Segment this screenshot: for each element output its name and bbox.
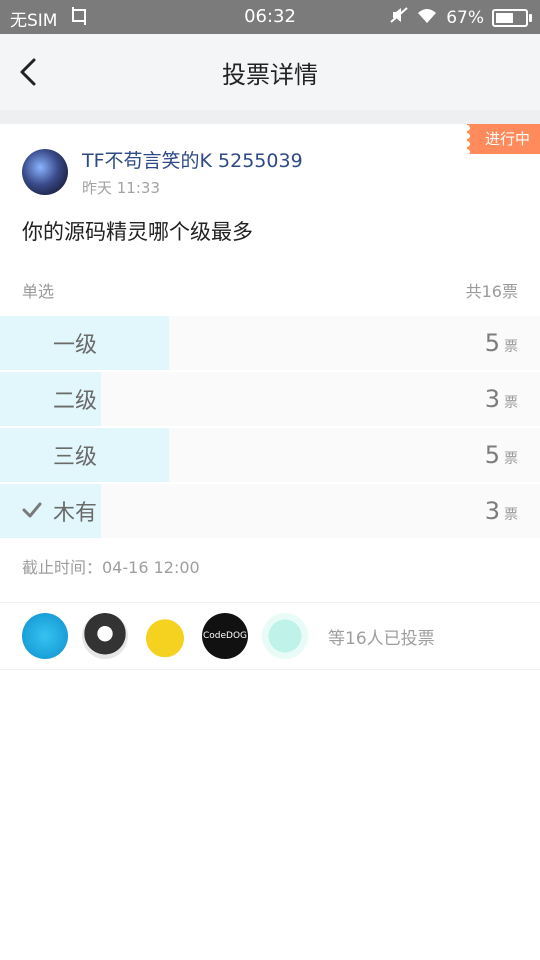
option-label: 一级 (53, 333, 98, 358)
voter-avatar[interactable] (262, 613, 308, 659)
nav-bar: 投票详情 (0, 34, 540, 124)
check-icon (22, 502, 42, 518)
voter-avatar-text: CodeDOG (202, 631, 248, 641)
option-count: 3 票 (485, 497, 518, 525)
option-label: 木有 (53, 501, 98, 526)
option-count: 5 票 (485, 329, 518, 357)
status-right: 67% (390, 6, 532, 29)
back-arrow-icon (20, 58, 36, 86)
author-row: TF不苟言笑的K 5255039 昨天 11:33 (22, 124, 518, 198)
option-count: 5 票 (485, 441, 518, 469)
vote-question: 你的源码精灵哪个级最多 (22, 220, 253, 244)
option-votes: 5 (484, 329, 500, 357)
voters-summary: 等16人已投票 (328, 628, 435, 649)
vote-total: 共16票 (465, 282, 518, 301)
vote-option[interactable]: 二级 3 票 (0, 372, 540, 426)
option-votes: 5 (484, 441, 500, 469)
battery-icon (492, 8, 532, 27)
status-bar: 无SIM 06:32 67% (0, 0, 540, 34)
page-title: 投票详情 (222, 60, 318, 89)
back-button[interactable] (10, 54, 46, 90)
option-count: 3 票 (485, 385, 518, 413)
vote-type: 单选 (22, 282, 55, 301)
option-votes: 3 (484, 497, 500, 525)
voter-avatar[interactable] (142, 613, 188, 659)
mute-icon (390, 6, 408, 29)
option-votes: 3 (484, 385, 500, 413)
voter-avatar[interactable] (82, 613, 128, 659)
vote-deadline: 截止时间：04-16 12:00 (22, 558, 200, 577)
wifi-icon (416, 6, 438, 29)
option-unit: 票 (504, 395, 518, 411)
vote-option[interactable]: 木有 3 票 (0, 484, 540, 538)
voters-row[interactable]: CodeDOG 等16人已投票 (0, 602, 540, 670)
author-avatar[interactable] (22, 149, 68, 195)
voter-avatar[interactable] (22, 613, 68, 659)
voter-avatar[interactable]: CodeDOG (202, 613, 248, 659)
status-badge: 进行中 (466, 124, 540, 154)
post-time: 昨天 11:33 (82, 179, 160, 197)
battery-percent: 67% (446, 7, 484, 28)
author-name[interactable]: TF不苟言笑的K 5255039 (82, 146, 303, 173)
option-unit: 票 (504, 339, 518, 355)
vote-option[interactable]: 三级 5 票 (0, 428, 540, 482)
vote-card: 进行中 TF不苟言笑的K 5255039 昨天 11:33 你的源码精灵哪个级最… (0, 124, 540, 302)
battery-fill (496, 12, 514, 23)
option-label: 二级 (53, 389, 98, 414)
vote-option[interactable]: 一级 5 票 (0, 316, 540, 370)
vote-options: 一级 5 票 二级 3 票 三级 5 票 木有 3 票 (0, 316, 540, 538)
option-label: 三级 (53, 445, 98, 470)
option-unit: 票 (504, 507, 518, 523)
vote-meta: 单选 共16票 (22, 278, 518, 302)
option-unit: 票 (504, 451, 518, 467)
